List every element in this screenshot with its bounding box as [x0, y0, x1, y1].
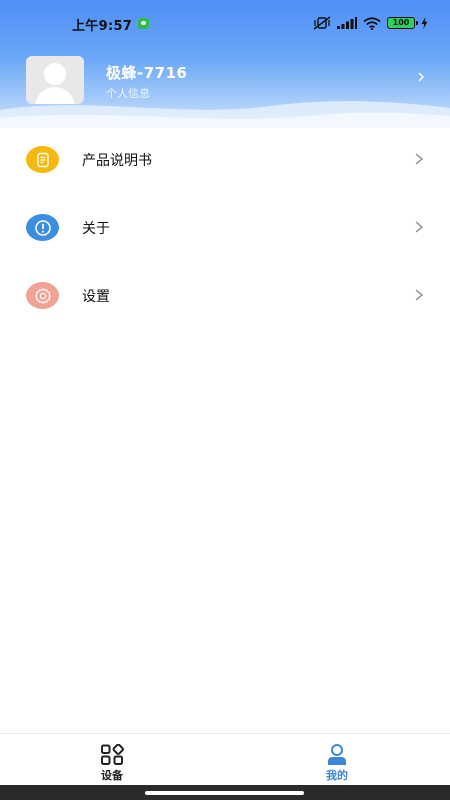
home-indicator[interactable] — [145, 791, 304, 795]
menu-item-label: 设置 — [82, 289, 110, 305]
chevron-right-icon — [415, 221, 424, 233]
menu-item-label: 关于 — [82, 221, 110, 237]
tab-mine[interactable]: 我的 — [297, 740, 377, 784]
status-time: 上午9:57 — [72, 19, 133, 34]
profile-header: 上午9:57 100 极蜂-7716 个人信息 — [0, 0, 450, 128]
charging-icon — [421, 17, 428, 29]
status-bar: 上午9:57 100 — [0, 0, 450, 46]
signal-icon — [337, 17, 357, 29]
menu-item-settings[interactable]: 设置 — [0, 264, 450, 332]
info-icon — [26, 214, 59, 241]
tab-devices-label: 设备 — [101, 769, 123, 782]
bottom-nav: 设备 我的 — [0, 733, 450, 785]
tab-mine-label: 我的 — [326, 769, 348, 782]
screen: 上午9:57 100 极蜂-7716 个人信息 产品说明书 关于 设置 设备 我… — [0, 0, 450, 800]
document-icon — [26, 146, 59, 173]
menu-item-label: 产品说明书 — [82, 153, 152, 169]
menu-item-manual[interactable]: 产品说明书 — [0, 128, 450, 196]
profile-subtitle: 个人信息 — [106, 87, 150, 100]
gesture-bar — [0, 785, 450, 800]
profile-name: 极蜂-7716 — [106, 64, 188, 82]
menu-item-about[interactable]: 关于 — [0, 196, 450, 264]
tab-devices[interactable]: 设备 — [72, 740, 152, 784]
user-icon — [328, 744, 346, 765]
avatar-body — [35, 87, 75, 104]
chevron-right-icon — [418, 72, 424, 82]
status-icons: 100 — [313, 16, 428, 30]
vibrate-off-icon — [313, 16, 331, 30]
chevron-right-icon — [415, 289, 424, 301]
grid-icon — [101, 744, 124, 765]
battery-icon: 100 — [387, 17, 418, 29]
wechat-notification-icon — [138, 18, 149, 29]
avatar[interactable] — [26, 56, 84, 104]
menu-list: 产品说明书 关于 设置 — [0, 128, 450, 332]
wifi-icon — [363, 16, 381, 30]
avatar-head — [44, 63, 66, 85]
profile-row[interactable]: 极蜂-7716 个人信息 — [0, 52, 450, 108]
chevron-right-icon — [415, 153, 424, 165]
gear-icon — [26, 282, 59, 309]
